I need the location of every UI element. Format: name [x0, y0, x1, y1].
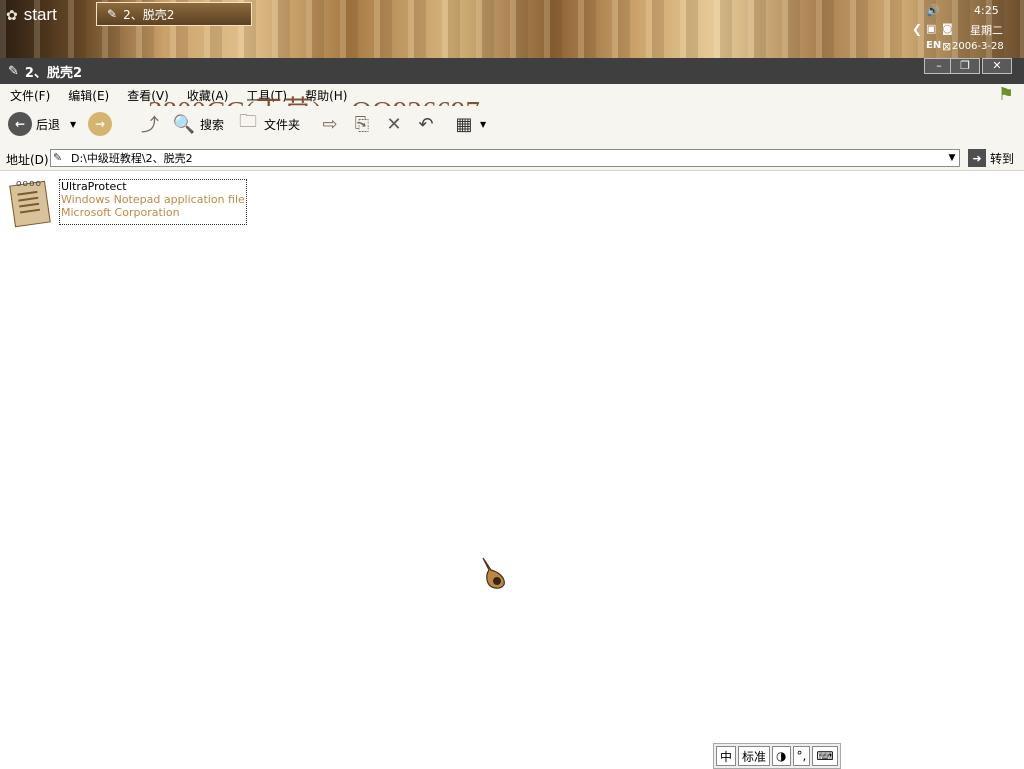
taskbar: ✿ start ✎ 2、脱壳2 ❮ 🔊 ▣ ◙ EN ⊠ 4:25 星期二 20… — [0, 0, 1024, 58]
views-icon: ▦ — [455, 113, 473, 135]
maximize-button[interactable]: ❐ — [950, 58, 980, 74]
go-label: 转到 — [990, 151, 1015, 166]
start-label: start — [23, 5, 57, 24]
windows-flag-icon: ⚑ — [997, 84, 1014, 105]
folders-label: 文件夹 — [264, 117, 301, 132]
language-badge[interactable]: EN — [926, 40, 941, 51]
go-arrow-icon: ➜ — [968, 149, 986, 167]
file-item[interactable]: oooo UltraProtect Windows Notepad applic… — [6, 179, 247, 228]
address-path: D:\中级班教程\2、脱壳2 — [71, 152, 193, 165]
back-button[interactable]: ← 后退 ▼ — [8, 112, 76, 136]
menu-help[interactable]: 帮助(H) — [305, 87, 347, 104]
system-tray: ❮ 🔊 ▣ ◙ EN ⊠ 4:25 星期二 2006-3-28 — [912, 0, 1024, 58]
ime-punct-button[interactable]: °, — [792, 746, 811, 766]
copy-to-icon: ⎘ — [354, 113, 370, 135]
chevron-down-icon[interactable]: ▼ — [945, 150, 959, 166]
windows-logo-icon: ✿ — [6, 6, 18, 23]
go-button[interactable]: ➜ 转到 — [968, 149, 1014, 167]
search-button[interactable]: 🔍 搜索 — [172, 112, 224, 136]
chevron-down-icon[interactable]: ▼ — [70, 120, 76, 129]
menu-file[interactable]: 文件(F) — [10, 87, 50, 104]
back-arrow-icon: ← — [8, 112, 32, 136]
menu-favorites[interactable]: 收藏(A) — [187, 87, 229, 104]
move-to-button[interactable]: ⇨ — [318, 112, 342, 136]
folder-pencil-icon: ✎ — [53, 151, 63, 164]
clock-day: 星期二 — [970, 24, 1003, 37]
magnifier-icon: 🔍 — [172, 113, 196, 135]
ime-tray-icon[interactable]: ⊠ — [942, 40, 951, 53]
delete-button[interactable]: ✕ — [382, 112, 406, 136]
network-icon[interactable]: ▣ — [926, 22, 936, 35]
file-company: Microsoft Corporation — [61, 206, 180, 219]
window-titlebar[interactable]: ✎ 2、脱壳2 – ❐ ✕ — [0, 58, 1024, 84]
volume-icon[interactable]: 🔊 — [926, 4, 940, 17]
address-input[interactable]: ✎ D:\中级班教程\2、脱壳2 ▼ — [50, 149, 960, 167]
taskbar-window-label: 2、脱壳2 — [123, 7, 175, 22]
pencil-icon: ✎ — [8, 63, 19, 79]
chevron-left-icon[interactable]: ❮ — [912, 22, 922, 36]
ime-mode-button[interactable]: 中 — [716, 746, 737, 766]
folder-up-icon: ⤴ — [141, 115, 159, 136]
up-button[interactable]: ⤴ — [138, 112, 162, 136]
file-name: UltraProtect — [61, 180, 127, 193]
ime-fullwidth-icon[interactable]: ◑ — [772, 746, 791, 766]
delete-x-icon: ✕ — [386, 113, 402, 135]
menu-view[interactable]: 查看(V) — [127, 87, 169, 104]
clock-date: 2006-3-28 — [952, 41, 1004, 52]
file-list-area[interactable]: oooo UltraProtect Windows Notepad applic… — [0, 171, 1024, 768]
mouse-cursor-icon — [482, 557, 505, 589]
address-label: 地址(D) — [6, 153, 49, 167]
ime-style-button[interactable]: 标准 — [738, 746, 771, 766]
undo-icon: ↶ — [418, 113, 434, 135]
ime-toolbar: 中 标准 ◑ °, ⌨ — [713, 743, 841, 769]
close-button[interactable]: ✕ — [982, 58, 1012, 74]
address-bar: 地址(D) ✎ D:\中级班教程\2、脱壳2 ▼ ➜ 转到 — [0, 148, 1024, 171]
file-type: Windows Notepad application file — [61, 193, 245, 206]
views-button[interactable]: ▦ ▼ — [452, 112, 486, 136]
start-button[interactable]: ✿ start — [6, 2, 57, 28]
menu-edit[interactable]: 编辑(E) — [68, 87, 109, 104]
taskbar-window-button[interactable]: ✎ 2、脱壳2 — [96, 2, 252, 26]
tray-app-icon[interactable]: ◙ — [942, 22, 953, 35]
notepad-icon: oooo — [6, 179, 52, 228]
file-details: UltraProtect Windows Notepad application… — [59, 179, 247, 225]
menu-tools[interactable]: 工具(T) — [246, 87, 287, 104]
undo-button[interactable]: ↶ — [414, 112, 438, 136]
forward-button[interactable]: → — [88, 112, 112, 136]
window-title: 2、脱壳2 — [24, 65, 82, 81]
menu-bar: 文件(F) 编辑(E) 查看(V) 收藏(A) 工具(T) 帮助(H) ⚑ — [0, 84, 1024, 106]
copy-to-button[interactable]: ⎘ — [350, 112, 374, 136]
chevron-down-icon[interactable]: ▼ — [480, 120, 486, 129]
folders-button[interactable]: 🗀 文件夹 — [236, 111, 301, 136]
move-to-icon: ⇨ — [322, 113, 338, 135]
folders-icon: 🗀 — [239, 111, 257, 132]
toolbar: ← 后退 ▼ → ⤴ 🔍 搜索 🗀 文件夹 ⇨ ⎘ ✕ ↶ ▦ ▼ — [0, 106, 1024, 149]
search-label: 搜索 — [200, 117, 225, 132]
back-label: 后退 — [36, 117, 61, 132]
pencil-icon: ✎ — [107, 7, 118, 21]
forward-arrow-icon: → — [88, 112, 112, 136]
ime-keyboard-icon[interactable]: ⌨ — [812, 746, 838, 766]
clock-time: 4:25 — [974, 4, 999, 17]
